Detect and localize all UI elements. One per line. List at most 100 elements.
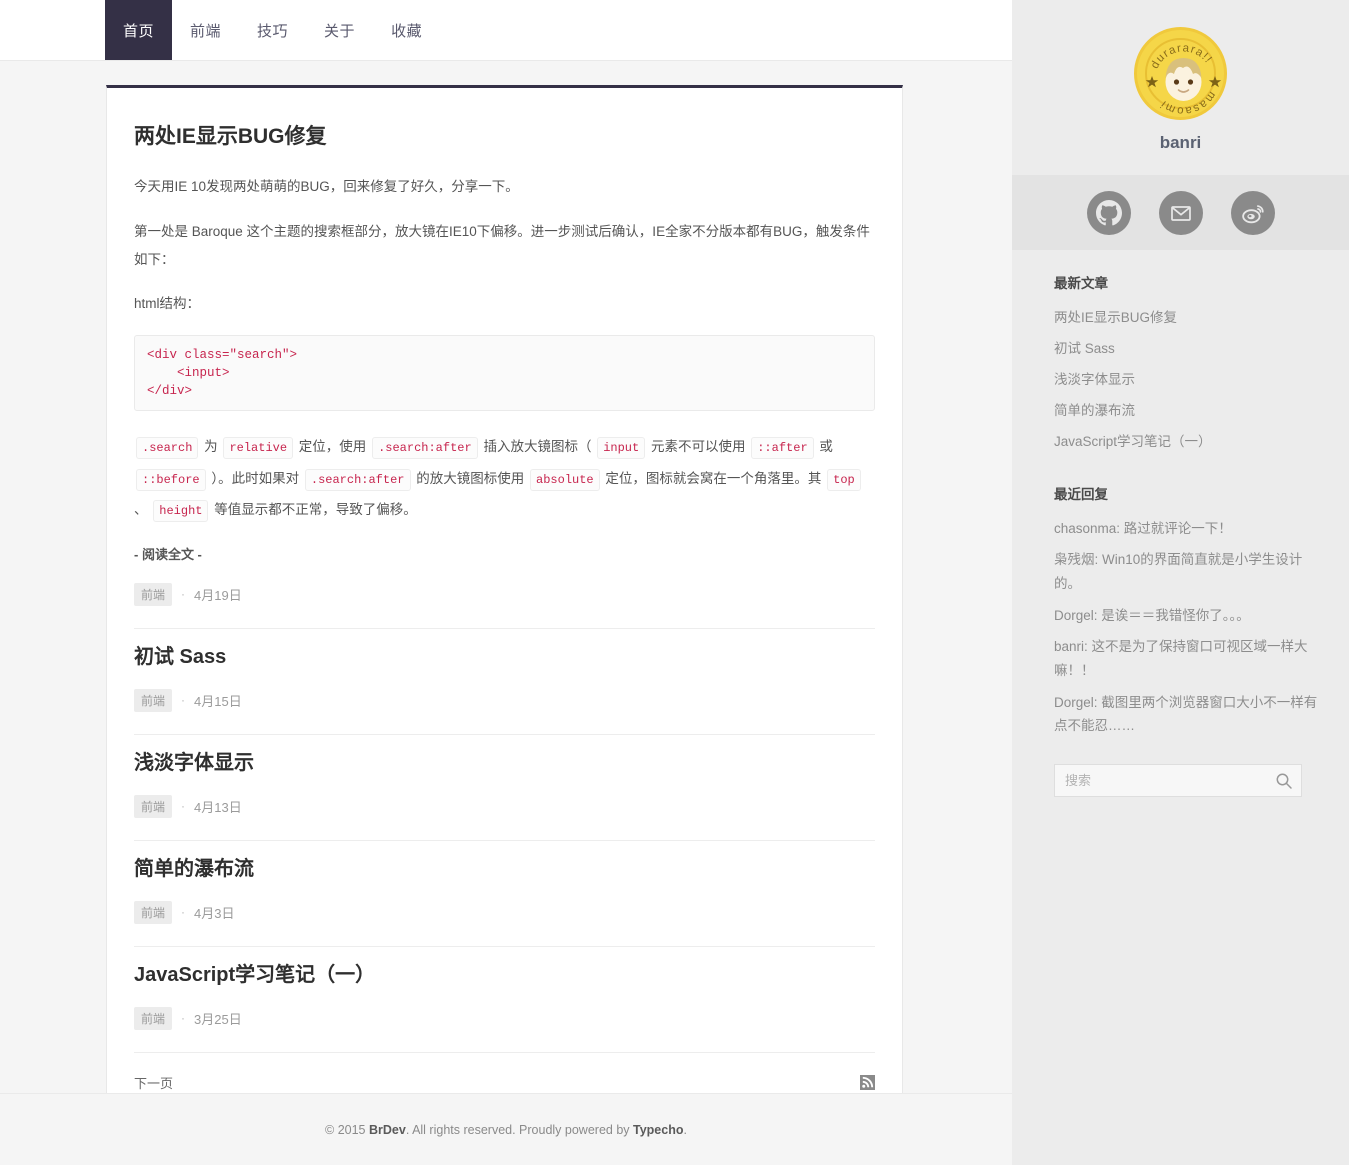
- footer-copyright-prefix: © 2015: [325, 1122, 369, 1137]
- inline-code-relative: relative: [223, 437, 294, 460]
- category-tag[interactable]: 前端: [134, 1006, 173, 1030]
- footer-text: © 2015 BrDev. All rights reserved. Proud…: [325, 1123, 687, 1137]
- inline-code-absolute: absolute: [530, 468, 600, 491]
- meta-separator: ·: [181, 799, 186, 814]
- nav-item-about[interactable]: 关于: [306, 0, 373, 60]
- rss-glyph: [860, 1074, 875, 1090]
- content-card: 两处IE显示BUG修复 今天用IE 10发现两处萌萌的BUG，回来修复了好久，分…: [106, 85, 903, 1117]
- list-item[interactable]: 两处IE显示BUG修复: [1054, 306, 1319, 331]
- widget-recent-comments: 最近回复 chasonma: 路过就评论一下！ 枭残烟: Win10的界面简直就…: [1012, 461, 1349, 738]
- email-icon[interactable]: [1158, 190, 1203, 235]
- github-glyph: [1095, 199, 1122, 225]
- footer-suffix: .: [683, 1122, 687, 1137]
- next-page-link[interactable]: 下一页: [134, 1073, 173, 1092]
- weibo-icon[interactable]: [1230, 190, 1275, 235]
- inline-text-7: 的放大镜图标使用: [412, 470, 529, 486]
- post-divider: [134, 839, 875, 841]
- post-date: 4月19日: [194, 587, 242, 603]
- post-paragraph-inline-code: .search 为 relative 定位，使用 .search:after 插…: [134, 431, 875, 526]
- post-title-4[interactable]: JavaScript学习笔记（一）: [134, 961, 875, 989]
- post-divider: [134, 627, 875, 629]
- meta-separator: ·: [181, 1011, 186, 1026]
- post-paragraph-1: 今天用IE 10发现两处萌萌的BUG，回来修复了好久，分享一下。: [134, 179, 519, 195]
- search-box: [1054, 763, 1302, 797]
- list-item[interactable]: 浅淡字体显示: [1054, 368, 1319, 393]
- category-tag[interactable]: 前端: [134, 582, 173, 606]
- read-more-link[interactable]: - 阅读全文 -: [134, 544, 202, 563]
- list-item[interactable]: JavaScript学习笔记（一）: [1054, 430, 1319, 455]
- github-icon[interactable]: [1086, 190, 1131, 235]
- nav-item-frontend[interactable]: 前端: [172, 0, 239, 60]
- inline-text-9: 、: [134, 502, 152, 518]
- inline-code-top: top: [827, 468, 861, 491]
- social-links: [1012, 175, 1349, 250]
- meta-separator: ·: [181, 587, 186, 602]
- page-root: 首页 前端 技巧 关于 收藏 两处IE显示BUG修复 今天用IE 10发现两处萌…: [0, 0, 1349, 1165]
- widget-recent-posts: 最新文章 两处IE显示BUG修复 初试 Sass 浅淡字体显示 简单的瀑布流 J…: [1012, 250, 1349, 455]
- list-item[interactable]: Dorgel: 截图里两个浏览器窗口大小不一样有点不能忍……: [1054, 691, 1319, 738]
- avatar-durarara-badge-icon: durarara!! masaomi: [1145, 42, 1222, 117]
- post-divider: [134, 1051, 875, 1053]
- meta-separator: ·: [181, 693, 186, 708]
- inline-code-search-after-2: .search:after: [304, 468, 411, 491]
- list-item[interactable]: Dorgel: 是诶＝＝我错怪你了。。。: [1054, 604, 1319, 628]
- inline-code-before: ::before: [136, 468, 206, 491]
- category-tag[interactable]: 前端: [134, 794, 173, 818]
- recent-posts-list: 两处IE显示BUG修复 初试 Sass 浅淡字体显示 简单的瀑布流 JavaSc…: [1054, 306, 1319, 455]
- inline-text-1: 为: [200, 439, 222, 455]
- category-tag[interactable]: 前端: [134, 900, 173, 924]
- meta-separator: ·: [181, 905, 186, 920]
- list-item[interactable]: 简单的瀑布流: [1054, 399, 1319, 424]
- list-item[interactable]: 枭残烟: Win10的界面简直就是小学生设计的。: [1054, 548, 1319, 595]
- post-divider: [134, 945, 875, 947]
- inline-code-input: input: [597, 437, 646, 460]
- list-item[interactable]: banri: 这不是为了保持窗口可视区域一样大嘛！！: [1054, 635, 1319, 682]
- post-meta-4: 前端 · 3月25日: [134, 1006, 875, 1030]
- nav-item-home[interactable]: 首页: [105, 0, 173, 60]
- search-icon: [1276, 773, 1292, 789]
- list-item[interactable]: 初试 Sass: [1054, 337, 1319, 362]
- main-column: 首页 前端 技巧 关于 收藏 两处IE显示BUG修复 今天用IE 10发现两处萌…: [0, 0, 1012, 1165]
- search-widget: [1012, 746, 1349, 797]
- post-title-3[interactable]: 简单的瀑布流: [134, 855, 875, 883]
- inline-code-search: .search: [136, 437, 199, 460]
- footer-platform: Typecho: [633, 1122, 684, 1137]
- widget-title-recent-posts: 最新文章: [1054, 276, 1108, 291]
- rss-icon[interactable]: [860, 1074, 875, 1090]
- post-title-1[interactable]: 初试 Sass: [134, 643, 875, 671]
- post-title-featured[interactable]: 两处IE显示BUG修复: [134, 122, 875, 151]
- post-meta-featured: 前端 · 4月19日: [134, 582, 875, 606]
- post-divider: [134, 733, 875, 735]
- inline-text-8: 定位，图标就会窝在一个角落里。其: [601, 470, 826, 486]
- inline-text-2: 定位，使用: [295, 439, 371, 455]
- inline-text-6: ）。此时如果对: [207, 470, 303, 486]
- inline-text-5: 或: [815, 439, 833, 455]
- star-right-icon: [1208, 76, 1222, 88]
- category-tag[interactable]: 前端: [134, 688, 173, 712]
- recent-comments-list: chasonma: 路过就评论一下！ 枭残烟: Win10的界面简直就是小学生设…: [1054, 517, 1319, 738]
- avatar[interactable]: durarara!! masaomi: [1134, 27, 1227, 120]
- post-meta-2: 前端 · 4月13日: [134, 794, 875, 818]
- post-date: 3月25日: [194, 1011, 242, 1027]
- widget-title-recent-comments: 最近回复: [1054, 486, 1108, 502]
- inline-code-search-after-1: .search:after: [372, 437, 478, 460]
- post-meta-1: 前端 · 4月15日: [134, 688, 875, 712]
- envelope-glyph: [1170, 205, 1191, 221]
- inline-text-4: 元素不可以使用: [647, 439, 750, 455]
- inline-text-3: 插入放大镜图标（: [479, 439, 596, 455]
- profile-username[interactable]: banri: [1160, 133, 1202, 153]
- list-item[interactable]: chasonma: 路过就评论一下！: [1054, 517, 1319, 541]
- code-block-html: <div class="search"> <input> </div>: [134, 334, 875, 412]
- nav-item-tips[interactable]: 技巧: [239, 0, 306, 60]
- post-date: 4月15日: [194, 693, 242, 709]
- post-title-2[interactable]: 浅淡字体显示: [134, 749, 875, 777]
- inline-code-height: height: [153, 500, 209, 523]
- search-button[interactable]: [1275, 772, 1293, 790]
- star-left-icon: [1145, 76, 1159, 88]
- search-input[interactable]: [1055, 764, 1301, 796]
- top-navigation: 首页 前端 技巧 关于 收藏: [0, 0, 1012, 61]
- inline-text-10: 等值显示都不正常，导致了偏移。: [210, 502, 417, 518]
- sidebar: durarara!! masaomi banri 最新文章 两处IE显示BUG修…: [1012, 0, 1349, 1165]
- nav-item-favorites[interactable]: 收藏: [373, 0, 440, 60]
- weibo-glyph: [1241, 204, 1264, 223]
